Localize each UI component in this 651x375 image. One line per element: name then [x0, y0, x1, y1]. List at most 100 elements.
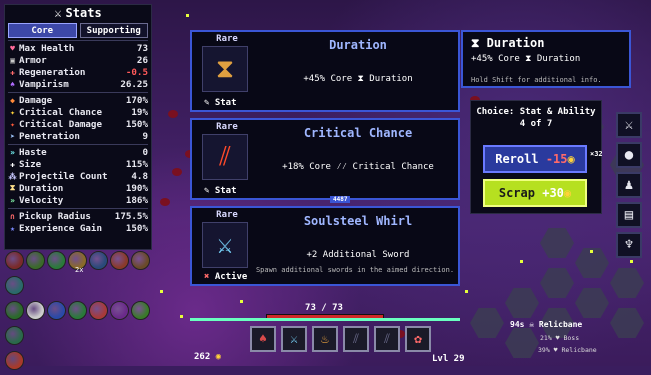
stat-value: 150% — [125, 222, 148, 234]
stat-row-duration: ⧗ Duration 190% — [8, 182, 148, 194]
tab-core[interactable]: Core — [8, 23, 77, 38]
relic-icon[interactable] — [68, 301, 87, 320]
crit-chance-icon: ✦ — [10, 107, 15, 117]
stat-value: 26 — [136, 54, 148, 66]
level-label: Lvl 29 — [432, 354, 465, 364]
skull-icon[interactable] — [26, 301, 45, 320]
relic-icon[interactable] — [47, 251, 66, 270]
stat-row-damage: ◆ Damage 170% — [8, 94, 148, 106]
penetration-icon: ➤ — [10, 131, 15, 141]
tab-supporting[interactable]: Supporting — [79, 23, 148, 38]
stat-value: 115% — [125, 158, 148, 170]
stat-group: ♥ Max Health 73 ▣ Armor 26 ✚ Regeneration -0.5 ♠ V… — [8, 40, 148, 90]
relic-row — [4, 350, 154, 375]
choice-title: Choice: Stat & Ability — [476, 107, 596, 117]
card-rarity: Rare — [216, 34, 238, 44]
stat-label: Critical Chance — [19, 106, 102, 118]
stat-label: Size — [19, 158, 42, 170]
stat-label: Vampirism — [19, 78, 69, 90]
stat-row-projectile-count: ⁂ Projectile Count 4.8 — [8, 170, 149, 182]
plus-icon: ✚ — [10, 67, 15, 77]
stat-value: 26.25 — [120, 78, 148, 90]
relic-row — [4, 300, 154, 350]
stats-title: ⚔ Stats — [54, 6, 102, 20]
relic-icon[interactable] — [110, 251, 129, 270]
stat-value: 19% — [131, 106, 148, 118]
card-rarity: Rare — [216, 122, 238, 132]
card-name: Soulsteel Whirl — [303, 214, 413, 228]
stat-row-max-health: ♥ Max Health 73 — [8, 42, 148, 54]
flame-icon[interactable] — [5, 351, 24, 370]
stat-label: Velocity — [19, 194, 64, 206]
relic-icon[interactable] — [131, 251, 150, 270]
stat-value: 0 — [142, 146, 148, 158]
relic-icon[interactable] — [47, 301, 66, 320]
stat-label: Projectile Count — [19, 170, 108, 182]
heart-icon: ♥ — [10, 43, 15, 53]
crystal-ability-icon[interactable]: ♆ — [616, 232, 642, 258]
stat-value: 150% — [125, 118, 148, 130]
crit-claw-icon: ⫽ — [202, 134, 248, 180]
relic-icon[interactable] — [110, 301, 129, 320]
boss-health-text: 21% ♥ Boss — [540, 334, 580, 342]
relic-icon[interactable] — [5, 276, 24, 295]
relic-icon[interactable] — [89, 301, 108, 320]
relic-icon[interactable] — [5, 326, 24, 345]
hourglass-icon: ⧗ — [202, 46, 248, 92]
slot-ability-2[interactable]: ⚔ — [281, 326, 307, 352]
relic-icon[interactable] — [131, 301, 150, 320]
upgrade-card-critical-chance[interactable]: Rare ⫽ ✎ Stat Critical Chance +18% Core … — [190, 118, 460, 200]
stat-label: Haste — [19, 146, 47, 158]
choice-panel: Choice: Stat & Ability 4 of 7 Reroll -15… — [470, 100, 602, 214]
stat-value: -0.5 — [125, 66, 148, 78]
card-description: +2 Additional Sword — [306, 250, 410, 260]
stat-icon: ✎ — [204, 98, 215, 108]
stat-value: 175.5% — [114, 210, 148, 222]
stat-value: 190% — [125, 182, 148, 194]
stat-row-haste: » Haste 0 — [8, 146, 148, 158]
slot-ability-4[interactable]: ⫽ — [343, 326, 369, 352]
stat-value: 170% — [125, 94, 148, 106]
slot-ability-1[interactable]: ♠ — [250, 326, 276, 352]
stat-group: ◆ Damage 170% ✦ Critical Chance 19% ✦ Critical … — [8, 92, 148, 142]
relic-inventory: 2x — [4, 250, 154, 375]
info-title: ⧗ Duration — [471, 36, 545, 50]
stat-row-vampirism: ♠ Vampirism 26.25 — [8, 78, 148, 90]
stat-value: 9 — [142, 130, 148, 142]
card-rarity: Rare — [216, 210, 238, 220]
boss-timer: 94s ☠ Relicbane — [510, 320, 583, 329]
relic-icon[interactable] — [5, 301, 24, 320]
stat-label: Armor — [19, 54, 47, 66]
stat-row-critical-damage: ✦ Critical Damage 150% — [8, 118, 148, 130]
stat-label: Pickup Radius — [19, 210, 91, 222]
sword-ability-icon[interactable]: ⚔ — [616, 112, 642, 138]
gold-counter: 262 ◉ — [194, 352, 222, 362]
orb-ability-icon[interactable]: ● — [616, 142, 642, 168]
shield-icon: ▣ — [10, 55, 15, 65]
slot-ability-5[interactable]: ⫽ — [374, 326, 400, 352]
figure-ability-icon[interactable]: ♟ — [616, 172, 642, 198]
slot-ability-3[interactable]: ♨ — [312, 326, 338, 352]
damage-icon: ◆ — [10, 95, 15, 105]
scrap-button[interactable]: Scrap +30 ◉ — [483, 179, 587, 207]
relic-icon[interactable] — [89, 251, 108, 270]
stat-group: » Haste 0 ✚ Size 115% ⁂ Projectile Count 4.8 ⧗ Dur… — [8, 144, 148, 206]
health-text: 73 / 73 — [305, 303, 343, 313]
choice-progress: 4 of 7 — [519, 119, 553, 129]
slot-ability-6[interactable]: ✿ — [405, 326, 431, 352]
stat-row-pickup-radius: ∩ Pickup Radius 175.5% — [8, 210, 148, 222]
stat-label: Critical Damage — [19, 118, 102, 130]
relic-icon[interactable] — [5, 251, 24, 270]
info-hint: Hold Shift for additional info. — [471, 76, 602, 84]
relic-icon[interactable] — [26, 251, 45, 270]
chest-ability-icon[interactable]: ▤ — [616, 202, 642, 228]
upgrade-card-soulsteel-whirl[interactable]: Rare ⚔ ✖ Active Soulsteel Whirl +2 Addit… — [190, 206, 460, 286]
stat-value: 4.8 — [131, 170, 148, 182]
reroll-button[interactable]: Reroll -15 ◉ — [483, 145, 587, 173]
crit-damage-icon: ✦ — [10, 119, 15, 129]
upgrade-card-duration[interactable]: Rare ⧗ ✎ Stat Duration +45% Core ⧗ Durat… — [190, 30, 460, 112]
card-subdescription: Spawn additional swords in the aimed dir… — [255, 266, 455, 274]
stats-panel: ⚔ Stats Core Supporting ♥ Max Health 73 ▣ Ar… — [4, 4, 152, 250]
stat-icon: ✎ — [204, 186, 215, 196]
stat-label: Penetration — [19, 130, 80, 142]
